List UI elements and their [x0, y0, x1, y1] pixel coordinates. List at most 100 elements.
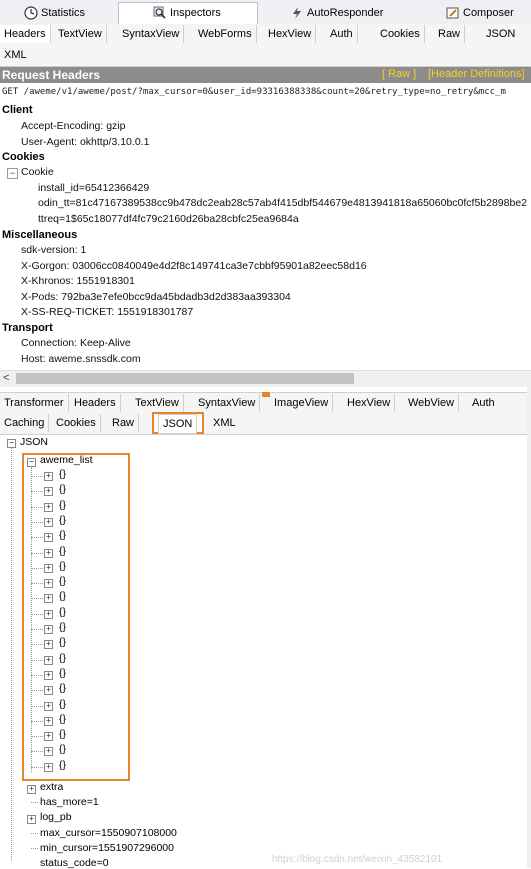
expand-icon[interactable]: + — [44, 716, 53, 726]
response-tab-xml[interactable]: XML — [209, 414, 240, 432]
expand-icon[interactable]: + — [44, 686, 53, 696]
response-tab-transformer[interactable]: Transformer — [0, 394, 69, 412]
request-tab-headers[interactable]: Headers — [0, 25, 51, 43]
aweme-list-item[interactable]: {} — [59, 698, 66, 710]
response-tab-auth[interactable]: Auth — [468, 394, 499, 412]
response-tab-cookies[interactable]: Cookies — [52, 414, 101, 432]
aweme-list-item[interactable]: {} — [59, 682, 66, 694]
scrollbar-thumb[interactable] — [16, 373, 354, 384]
collapse-icon[interactable]: − — [7, 168, 18, 179]
cookie-label: Cookie — [21, 166, 54, 178]
collapse-icon[interactable]: − — [27, 458, 36, 467]
response-tab-textview[interactable]: TextView — [131, 394, 184, 412]
json-node-min-cursor[interactable]: min_cursor=1551907296000 — [40, 842, 174, 854]
expand-icon[interactable]: + — [27, 815, 36, 824]
aweme-list-item[interactable]: {} — [59, 743, 66, 755]
aweme-list-item[interactable]: {} — [59, 621, 66, 633]
aweme-list-item[interactable]: {} — [59, 529, 66, 541]
expand-icon[interactable]: + — [44, 517, 53, 527]
request-tab-xml[interactable]: XML — [0, 46, 31, 64]
aweme-list-label: aweme_list — [40, 454, 93, 466]
expand-icon[interactable]: + — [44, 655, 53, 665]
request-tab-textview[interactable]: TextView — [54, 25, 107, 43]
aweme-list-item[interactable]: {} — [59, 575, 66, 587]
aweme-list-item[interactable]: {} — [59, 652, 66, 664]
aweme-list-item[interactable]: {} — [59, 499, 66, 511]
response-tab-webview[interactable]: WebView — [404, 394, 460, 412]
expand-icon[interactable]: + — [44, 747, 53, 757]
aweme-list-item[interactable]: {} — [59, 728, 66, 740]
tab-statistics[interactable]: Statistics — [24, 3, 85, 23]
header-item: Host: aweme.snssdk.com — [21, 353, 141, 365]
aweme-list-item[interactable]: {} — [59, 759, 66, 771]
aweme-list-item[interactable]: {} — [59, 468, 66, 480]
expand-icon[interactable]: + — [44, 579, 53, 589]
aweme-list-item[interactable]: {} — [59, 636, 66, 648]
aweme-list-item[interactable]: {} — [59, 560, 66, 572]
expand-icon[interactable]: + — [44, 732, 53, 742]
request-tab-cookies[interactable]: Cookies — [376, 25, 425, 43]
collapse-icon[interactable]: − — [7, 439, 16, 448]
request-tab-auth[interactable]: Auth — [326, 25, 358, 43]
expand-icon[interactable]: + — [44, 609, 53, 619]
tree-guide — [31, 705, 43, 707]
aweme-list-item[interactable]: {} — [59, 545, 66, 557]
request-tab-webforms[interactable]: WebForms — [194, 25, 257, 43]
aweme-list-item[interactable]: {} — [59, 606, 66, 618]
aweme-list-item[interactable]: {} — [59, 667, 66, 679]
expand-icon[interactable]: + — [44, 502, 53, 512]
expand-icon[interactable]: + — [44, 701, 53, 711]
header-definitions-link[interactable]: [Header Definitions] — [428, 68, 525, 80]
expand-icon[interactable]: + — [44, 548, 53, 558]
tree-guide — [31, 802, 38, 803]
horizontal-scrollbar[interactable]: < — [0, 370, 531, 387]
expand-icon[interactable]: + — [44, 670, 53, 680]
response-tab-syntaxview[interactable]: SyntaxView — [194, 394, 261, 412]
expand-icon[interactable]: + — [44, 472, 53, 481]
tree-guide — [31, 736, 43, 738]
section-cookies: Cookies — [2, 151, 45, 163]
expand-icon[interactable]: + — [44, 640, 53, 650]
tree-guide — [31, 467, 32, 773]
request-tab-syntaxview[interactable]: SyntaxView — [118, 25, 185, 43]
request-tab-hexview[interactable]: HexView — [264, 25, 317, 43]
json-node-status-code[interactable]: status_code=0 — [40, 857, 109, 869]
tab-composer[interactable]: Composer — [446, 3, 514, 23]
json-node-extra[interactable]: extra — [40, 781, 63, 793]
expand-icon[interactable]: + — [44, 563, 53, 573]
expand-icon[interactable]: + — [44, 487, 53, 497]
response-tab-raw[interactable]: Raw — [108, 414, 140, 432]
request-tab-json[interactable]: JSON — [482, 25, 519, 43]
raw-link[interactable]: [ Raw ] — [382, 68, 416, 80]
expand-icon[interactable]: + — [27, 785, 36, 794]
tab-autoresponder[interactable]: AutoResponder — [290, 3, 383, 23]
response-tab-imageview[interactable]: ImageView — [270, 394, 334, 412]
scroll-left-icon[interactable]: < — [3, 372, 9, 384]
tab-inspectors[interactable]: Inspectors — [118, 2, 258, 25]
expand-icon[interactable]: + — [44, 762, 53, 772]
tree-guide — [31, 629, 43, 630]
response-tab-hexview[interactable]: HexView — [343, 394, 396, 412]
tree-guide — [31, 567, 43, 569]
section-miscellaneous: Miscellaneous — [2, 229, 78, 241]
json-node-has-more[interactable]: has_more=1 — [40, 796, 99, 808]
response-tab-caching[interactable]: Caching — [0, 414, 50, 432]
tree-guide — [31, 598, 43, 600]
json-node-log-pb[interactable]: log_pb — [40, 811, 72, 823]
expand-icon[interactable]: + — [44, 533, 53, 543]
vertical-scrollbar[interactable] — [527, 386, 531, 868]
response-tab-headers[interactable]: Headers — [70, 394, 121, 412]
aweme-list-item[interactable]: {} — [59, 713, 66, 725]
aweme-list-item[interactable]: {} — [59, 514, 66, 526]
tree-guide — [31, 674, 43, 676]
aweme-list-item[interactable]: {} — [59, 483, 66, 495]
json-node-max-cursor[interactable]: max_cursor=1550907108000 — [40, 827, 177, 839]
request-tab-raw[interactable]: Raw — [434, 25, 466, 43]
tree-guide — [31, 613, 43, 615]
tree-guide — [31, 506, 43, 508]
response-tab-json[interactable]: JSON — [158, 414, 198, 434]
aweme-list-item[interactable]: {} — [59, 590, 66, 602]
expand-icon[interactable]: + — [44, 594, 53, 604]
expand-icon[interactable]: + — [44, 625, 53, 634]
request-headers-title: Request Headers — [2, 68, 101, 82]
